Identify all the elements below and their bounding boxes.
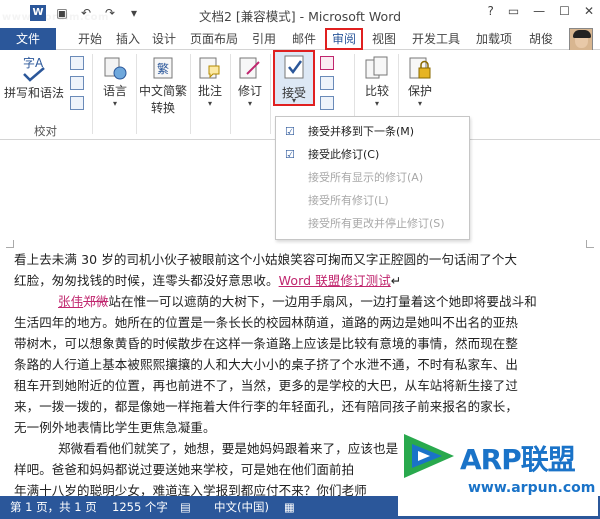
- chinese-conversion-label-1: 中文简繁: [138, 84, 187, 98]
- tab-review[interactable]: 审阅: [325, 28, 363, 50]
- tab-home[interactable]: 开始: [72, 28, 108, 50]
- menu-accept-all-shown[interactable]: 接受所有显示的修订(A): [276, 168, 469, 188]
- research-icon[interactable]: [70, 56, 84, 70]
- compare-button[interactable]: 比较 ▾: [360, 56, 394, 108]
- comment-label: 批注: [197, 84, 222, 98]
- accept-next-icon: ☑: [285, 125, 295, 138]
- arp-logo-icon: [404, 434, 454, 478]
- macro-icon[interactable]: ▦: [284, 496, 295, 519]
- window-controls: ? ▭ — ☐ ✕: [487, 4, 594, 18]
- chinese-conversion-button[interactable]: 繁 中文简繁 转换: [138, 56, 188, 116]
- thesaurus-icon[interactable]: [70, 76, 84, 90]
- spelling-label: 拼写和语法: [4, 86, 65, 100]
- arp-watermark: ARP联盟 www.arpun.com: [398, 428, 598, 516]
- comment-button[interactable]: 批注 ▾: [192, 56, 228, 108]
- tab-mailings[interactable]: 邮件: [288, 28, 320, 50]
- comment-icon: [199, 57, 220, 79]
- paragraph-line: 无一例外地表情比学生更焦急凝重。: [14, 420, 216, 435]
- previous-change-icon[interactable]: [320, 76, 334, 90]
- track-changes-icon: [239, 57, 260, 79]
- chinese-conversion-icon: 繁: [153, 57, 173, 79]
- paragraph-line: 看上去未满 30 岁的司机小伙子被眼前这个小姑娘笑容可掬而又字正腔圆的一句话闹了…: [14, 252, 518, 267]
- proofing-icon[interactable]: ▤: [180, 496, 191, 519]
- minimize-icon[interactable]: —: [533, 4, 545, 18]
- menu-accept-and-next[interactable]: ☑ 接受并移到下一条(M): [276, 122, 469, 142]
- word-count-icon[interactable]: [70, 96, 84, 110]
- paragraph-line: 带树木，可以想象黄昏的时候散步在这样一条道路上应该是比较有意境的事情，然而现在整: [14, 336, 519, 351]
- paragraph-line: 生活四年的地方。她所在的位置是一条长长的校园林荫道，道路的两边是她叫不出名的亚热: [14, 315, 519, 330]
- track-changes-label: 修订: [237, 84, 262, 98]
- tab-insert[interactable]: 插入: [110, 28, 146, 50]
- menu-accept-all-stop[interactable]: 接受所有更改并停止修订(S): [276, 214, 469, 234]
- language-icon: [104, 57, 127, 80]
- tab-references[interactable]: 引用: [248, 28, 280, 50]
- revision-insert: Word 联盟修订测试: [278, 273, 391, 288]
- accept-this-icon: ☑: [285, 148, 295, 161]
- language-button[interactable]: 语言 ▾: [96, 56, 134, 108]
- page-count[interactable]: 第 1 页，共 1 页: [10, 496, 97, 519]
- reject-icon[interactable]: [320, 56, 334, 70]
- ribbon-display-icon[interactable]: ▭: [508, 4, 519, 18]
- tab-view[interactable]: 视图: [368, 28, 400, 50]
- accept-icon: [284, 55, 304, 79]
- tab-addins[interactable]: 加载项: [472, 28, 516, 50]
- paragraph-line: 来，一拨一拨的，都是像她一样拖着大件行李的年轻面孔，还有陪同孩子前来报名的家长，: [14, 399, 519, 414]
- spelling-icon: 字A: [23, 55, 45, 82]
- group-proofing-label: 校对: [34, 124, 57, 138]
- tab-layout[interactable]: 页面布局: [186, 28, 242, 50]
- revision-insert: 张伟: [58, 294, 84, 309]
- lock-icon: [409, 57, 431, 79]
- paragraph-line: 租车开到她附近的位置，再也前进不了，当然，更多的是学校的大巴，从车站将新生接了过: [14, 378, 519, 393]
- menu-accept-all[interactable]: 接受所有修订(L): [276, 191, 469, 211]
- language-label: 语言: [102, 84, 127, 98]
- tab-file[interactable]: 文件: [0, 28, 56, 50]
- menu-accept-this[interactable]: ☑ 接受此修订(C): [276, 145, 469, 165]
- tab-design[interactable]: 设计: [146, 28, 182, 50]
- close-icon[interactable]: ✕: [584, 4, 594, 18]
- paragraph-line: 红脸，匆匆找钱的时候，连零头都没好意思收。Word 联盟修订测试↵: [14, 273, 402, 288]
- avatar[interactable]: [569, 28, 593, 52]
- svg-text:繁: 繁: [157, 61, 169, 76]
- chinese-conversion-label-2: 转换: [150, 101, 175, 115]
- tab-developer[interactable]: 开发工具: [408, 28, 464, 50]
- arp-brand: ARP联盟: [460, 443, 576, 476]
- paragraph-line: 张伟郑微站在惟一可以遮荫的大树下，一边用手扇风，一边打量着这个她即将要战斗和: [58, 294, 537, 309]
- ribbon-tabs: 文件 开始 插入 设计 页面布局 引用 邮件 审阅 视图 开发工具 加载项 胡俊: [0, 28, 600, 50]
- spelling-button[interactable]: 字A 拼写和语法: [4, 54, 64, 101]
- svg-text:字A: 字A: [23, 55, 44, 70]
- language-status[interactable]: 中文(中国): [214, 496, 269, 519]
- word-count[interactable]: 1255 个字: [112, 496, 168, 519]
- paragraph-line: 条路的人行道上基本被熙熙攘攘的人和大大小小的桌子挤了个水泄不通，不时有私家车、出: [14, 357, 519, 372]
- accept-button[interactable]: 接受 ▾: [273, 50, 315, 106]
- accept-dropdown-menu: ☑ 接受并移到下一条(M) ☑ 接受此修订(C) 接受所有显示的修订(A) 接受…: [275, 116, 470, 240]
- track-changes-button[interactable]: 修订 ▾: [232, 56, 268, 108]
- compare-label: 比较: [364, 84, 389, 98]
- compare-icon: [365, 56, 388, 79]
- paragraph-line: 样吧。爸爸和妈妈都说过要送她来学校，可是她在他们面前拍: [14, 462, 355, 477]
- arp-url: www.arpun.com: [468, 480, 596, 496]
- protect-label: 保护: [407, 84, 432, 98]
- help-icon[interactable]: ?: [487, 4, 493, 18]
- protect-button[interactable]: 保护 ▾: [402, 56, 438, 108]
- title-bar: www.wordlm.com W ▣ ↶ ↷ ▾ 文档2 [兼容模式] - Mi…: [0, 0, 600, 28]
- user-name[interactable]: 胡俊: [529, 28, 553, 50]
- revision-delete: 郑微: [83, 294, 109, 309]
- maximize-icon[interactable]: ☐: [559, 4, 570, 18]
- next-change-icon[interactable]: [320, 96, 334, 110]
